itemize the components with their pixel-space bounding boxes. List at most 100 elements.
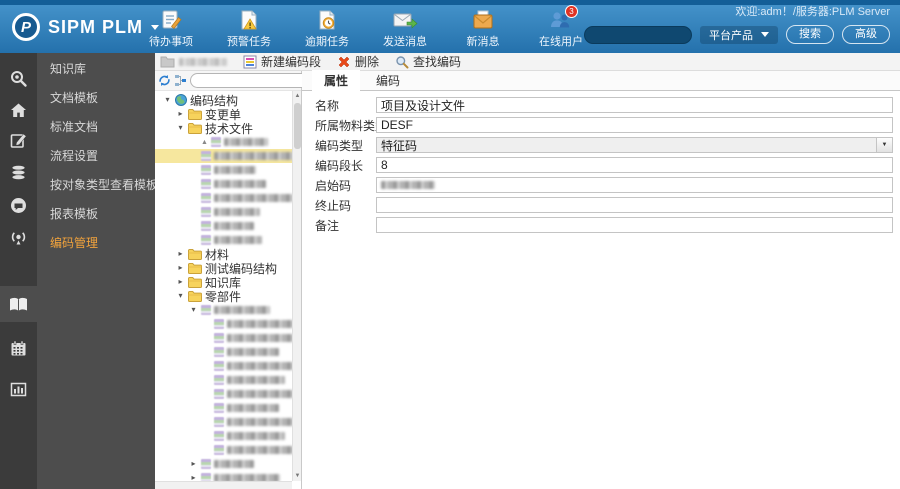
tree-node-redacted[interactable] — [155, 443, 292, 457]
tree-node-redacted[interactable] — [155, 177, 292, 191]
tree-node-redacted[interactable] — [155, 387, 292, 401]
redacted-node-icon — [201, 221, 211, 231]
tree-node-redacted[interactable]: ▲ — [155, 135, 292, 149]
tree-node-零部件[interactable]: ▾ 零部件 — [155, 289, 292, 304]
locate-node-icon[interactable] — [174, 74, 187, 87]
expander-closed-icon[interactable]: ▸ — [189, 457, 198, 471]
send-message-icon — [392, 8, 418, 32]
redacted-node-label — [214, 236, 262, 244]
tree-node-redacted[interactable] — [155, 429, 292, 443]
select-dropdown-icon[interactable]: ▼ — [876, 138, 892, 152]
tree-node-redacted[interactable]: ▸ — [155, 471, 292, 481]
rail-search-button[interactable] — [0, 60, 37, 96]
toolbar-button-label: 查找编码 — [413, 55, 462, 69]
tree-node-redacted[interactable] — [155, 163, 292, 177]
redacted-node-icon — [214, 431, 224, 441]
tree-node-redacted[interactable]: ▾ — [155, 303, 292, 317]
search-scope-dropdown[interactable]: 平台产品 — [700, 25, 778, 44]
global-search-input[interactable] — [584, 25, 692, 44]
redacted-node-label — [227, 320, 292, 328]
sidebar-item-0[interactable]: 知识库 — [37, 55, 155, 84]
code-structure-tree: ▾ 编码结构 ▸ 变更单 ▾ 技术文件 ▲ ▸ 材料 ▸ 测试编码结构 ▸ 知识库 ▾ 零部件 ▾ ▸ ▸ — [155, 91, 292, 481]
field-label: 终止码 — [315, 198, 352, 213]
expander-closed-icon[interactable]: ▸ — [176, 275, 185, 289]
expander-open-icon[interactable]: ▾ — [163, 93, 172, 107]
scroll-up-icon[interactable]: ▲ — [293, 91, 302, 101]
search-button[interactable]: 搜索 — [786, 25, 834, 44]
header-tool-overdue-task[interactable]: 逾期任务 — [288, 8, 366, 49]
rail-calendar-button[interactable] — [0, 330, 37, 366]
field-input-0[interactable] — [376, 97, 893, 113]
tree-node-redacted[interactable]: ▸ — [155, 457, 292, 471]
sidebar-item-4[interactable]: 按对象类型查看模板 — [37, 171, 158, 200]
rail-edit-button[interactable] — [0, 122, 37, 158]
field-label: 备注 — [315, 218, 340, 233]
sidebar-item-6[interactable]: 编码管理 — [37, 229, 155, 258]
redacted-node-icon — [201, 193, 211, 203]
tree-node-redacted[interactable] — [155, 331, 292, 345]
tree-node-技术文件[interactable]: ▾ 技术文件 — [155, 121, 292, 136]
tree-node-redacted[interactable] — [155, 401, 292, 415]
header-tool-label: 在线用户 — [539, 36, 583, 48]
tree-node-redacted[interactable] — [155, 205, 292, 219]
rail-broadcast-button[interactable] — [0, 219, 37, 255]
tab-编码[interactable]: 编码 — [364, 70, 412, 91]
rail-chat-button[interactable] — [0, 187, 37, 223]
field-input-4[interactable] — [376, 177, 893, 193]
tree-node-redacted[interactable] — [155, 415, 292, 429]
tree-node-redacted[interactable] — [155, 373, 292, 387]
advanced-search-button[interactable]: 高级 — [842, 25, 890, 44]
redacted-node-label — [214, 194, 292, 202]
expander-closed-icon[interactable]: ▸ — [176, 247, 185, 261]
rail-book-button[interactable] — [0, 286, 37, 322]
welcome-text: 欢迎:adm！/服务器:PLM Server — [735, 6, 890, 18]
chat-icon — [9, 196, 28, 215]
scrollbar-thumb[interactable] — [294, 103, 301, 149]
field-label: 编码段长 — [315, 158, 364, 173]
sidebar-item-3[interactable]: 流程设置 — [37, 142, 155, 171]
header-tool-new-message[interactable]: 新消息 — [444, 8, 522, 49]
field-input-6[interactable] — [376, 217, 893, 233]
sidebar-item-5[interactable]: 报表模板 — [37, 200, 155, 229]
overdue-task-icon — [315, 8, 339, 32]
tree-node-redacted[interactable] — [155, 345, 292, 359]
tab-属性[interactable]: 属性 — [312, 70, 361, 91]
refresh-icon[interactable] — [158, 74, 171, 87]
expander-open-icon[interactable]: ▾ — [176, 289, 185, 303]
field-select-2[interactable]: 特征码 ▼ — [376, 137, 893, 153]
expander-closed-icon[interactable]: ▸ — [189, 471, 198, 481]
field-input-3[interactable] — [376, 157, 893, 173]
scroll-down-icon[interactable]: ▼ — [293, 471, 302, 481]
search-scope-label: 平台产品 — [709, 29, 753, 42]
expander-open-icon[interactable]: ▾ — [176, 121, 185, 135]
new-code-segment-button[interactable]: 新建编码段 — [243, 53, 321, 70]
tree-node-redacted[interactable] — [155, 149, 292, 163]
tree-node-redacted[interactable] — [155, 359, 292, 373]
find-code-button[interactable]: 查找编码 — [395, 53, 461, 70]
expander-open-icon[interactable]: ▾ — [189, 303, 198, 317]
tree-node-redacted[interactable] — [155, 191, 292, 205]
tree-horizontal-scrollbar[interactable] — [155, 481, 292, 489]
logo-text: SIPM PLM — [48, 16, 144, 37]
folder-icon — [188, 290, 202, 302]
redacted-node-label — [224, 138, 268, 146]
header-tool-todo[interactable]: 待办事项 — [132, 8, 210, 49]
toolbar-button-label: 删除 — [355, 55, 380, 69]
redacted-node-icon — [201, 165, 211, 175]
delete-button[interactable]: 删除 — [337, 53, 379, 70]
expander-closed-icon[interactable]: ▸ — [176, 107, 185, 121]
rail-report-button[interactable] — [0, 371, 37, 407]
header-tool-send-message[interactable]: 发送消息 — [366, 8, 444, 49]
expander-closed-icon[interactable]: ▸ — [176, 261, 185, 275]
redacted-node-label — [227, 432, 285, 440]
field-input-5[interactable] — [376, 197, 893, 213]
sidebar-item-1[interactable]: 文档模板 — [37, 84, 155, 113]
rail-database-button[interactable] — [0, 154, 37, 190]
tree-node-redacted[interactable] — [155, 317, 292, 331]
tree-vertical-scrollbar[interactable]: ▲ ▼ — [292, 91, 301, 481]
field-input-1[interactable] — [376, 117, 893, 133]
tree-node-redacted[interactable] — [155, 219, 292, 233]
header-tool-alert-task[interactable]: 预警任务 — [210, 8, 288, 49]
todo-icon — [159, 8, 183, 32]
sidebar-item-2[interactable]: 标准文档 — [37, 113, 155, 142]
